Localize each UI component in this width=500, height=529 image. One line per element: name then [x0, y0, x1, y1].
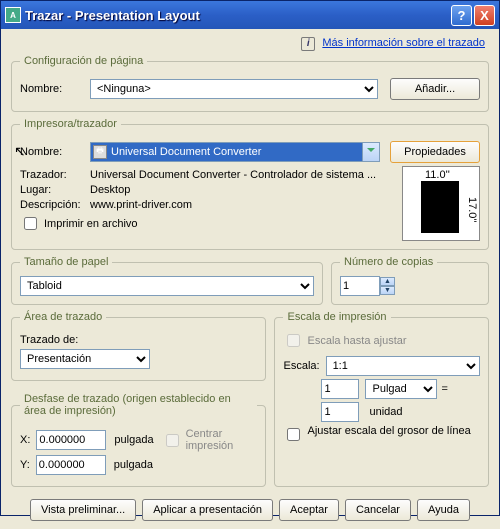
pagename-select[interactable]: <Ninguna> [90, 79, 378, 99]
copies-group: Número de copias ▲▼ [331, 256, 489, 305]
offset-y-label: Y: [20, 459, 30, 471]
printer-legend: Impresora/trazador [20, 118, 121, 130]
printer-name-label: Nombre: [20, 146, 90, 158]
scale-unit1-select[interactable]: Pulgadas [365, 379, 437, 399]
offset-y-input[interactable] [36, 455, 106, 475]
page-config-legend: Configuración de página [20, 55, 147, 67]
fit-checkbox [287, 334, 300, 347]
scale-select[interactable]: 1:1 [326, 356, 480, 376]
scale-group: Escala de impresión Escala hasta ajustar… [274, 311, 489, 487]
scale-label: Escala: [283, 360, 319, 372]
preview-width: 11.0'' [425, 169, 450, 181]
scale-legend: Escala de impresión [283, 311, 390, 323]
center-label: Centrar impresión [186, 428, 258, 452]
window-title: Trazar - Presentation Layout [25, 8, 449, 23]
scale-unit2: unidad [369, 406, 402, 418]
more-info-link[interactable]: Más información sobre el trazado [322, 37, 485, 49]
lineweight-checkbox[interactable] [287, 428, 300, 441]
offset-group: Desfase de trazado (origen establecido e… [11, 393, 266, 487]
plot-dialog: A Trazar - Presentation Layout ? X i Más… [0, 0, 500, 516]
plot-area-group: Área de trazado Trazado de: Presentación [11, 311, 266, 381]
offset-x-unit: pulgada [114, 434, 153, 446]
ok-button[interactable]: Aceptar [279, 499, 339, 521]
info-icon: i [301, 37, 315, 51]
desc-value: www.print-driver.com [90, 199, 192, 211]
offset-legend: Desfase de trazado (origen establecido e… [20, 393, 257, 417]
printer-name-select[interactable]: 🖶 Universal Document Converter [90, 142, 380, 162]
scale-num2-input[interactable] [321, 402, 359, 422]
preview-button[interactable]: Vista preliminar... [30, 499, 136, 521]
chevron-down-icon[interactable] [362, 143, 379, 161]
paper-preview: 11.0'' 17.0'' [402, 166, 480, 241]
titlebar: A Trazar - Presentation Layout ? X [1, 1, 499, 29]
cancel-button[interactable]: Cancelar [345, 499, 411, 521]
paper-size-group: Tamaño de papel Tabloid [11, 256, 323, 305]
print-to-file-checkbox[interactable] [24, 217, 37, 230]
center-checkbox [166, 434, 179, 447]
offset-x-input[interactable] [36, 430, 106, 450]
pagename-label: Nombre: [20, 83, 90, 95]
add-button[interactable]: Añadir... [390, 78, 480, 100]
printer-icon: 🖶 [93, 145, 107, 159]
properties-button[interactable]: Propiedades [390, 141, 480, 163]
copies-legend: Número de copias [340, 256, 437, 268]
plotter-label: Trazador: [20, 169, 90, 181]
app-icon: A [5, 7, 21, 23]
plot-area-select[interactable]: Presentación [20, 349, 150, 369]
desc-label: Descripción: [20, 199, 90, 211]
apply-button[interactable]: Aplicar a presentación [142, 499, 273, 521]
titlebar-close-button[interactable]: X [474, 5, 495, 26]
location-value: Desktop [90, 184, 130, 196]
preview-height: 17.0'' [466, 197, 478, 223]
copies-input[interactable] [340, 276, 380, 296]
offset-x-label: X: [20, 434, 30, 446]
plot-area-label: Trazado de: [20, 334, 78, 346]
print-to-file-label: Imprimir en archivo [44, 218, 138, 230]
scale-num1-input[interactable] [321, 379, 359, 399]
scale-eq: = [441, 383, 447, 395]
copies-up[interactable]: ▲ [380, 277, 395, 286]
paper-size-legend: Tamaño de papel [20, 256, 112, 268]
printer-group: Impresora/trazador Nombre: 🖶 Universal D… [11, 118, 489, 250]
location-label: Lugar: [20, 184, 90, 196]
lineweight-label: Ajustar escala del grosor de línea [307, 425, 470, 437]
cursor-icon: ↖ [14, 143, 26, 160]
paper-size-select[interactable]: Tabloid [20, 276, 314, 296]
fit-label: Escala hasta ajustar [307, 335, 406, 347]
printer-name-value: Universal Document Converter [111, 146, 261, 158]
titlebar-help-button[interactable]: ? [451, 5, 472, 26]
plotter-value: Universal Document Converter - Controlad… [90, 169, 376, 181]
copies-down[interactable]: ▼ [380, 286, 395, 295]
offset-y-unit: pulgada [114, 459, 153, 471]
page-config-group: Configuración de página Nombre: <Ninguna… [11, 55, 489, 112]
plot-area-legend: Área de trazado [20, 311, 106, 323]
help-button[interactable]: Ayuda [417, 499, 470, 521]
